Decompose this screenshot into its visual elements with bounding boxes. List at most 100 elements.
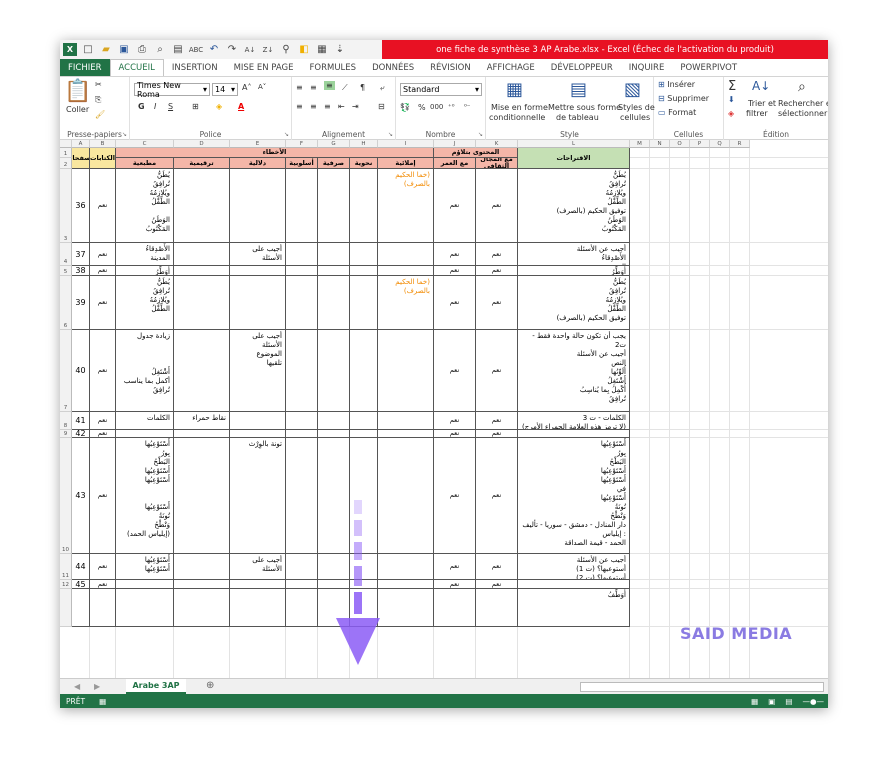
tab-7[interactable]: AFFICHAGE <box>479 59 543 76</box>
tab-0[interactable]: FICHIER <box>60 59 110 76</box>
data-cell[interactable] <box>174 276 230 330</box>
cell-styles-button-l2[interactable]: cellules <box>620 113 650 122</box>
page-break-icon[interactable]: ▤ <box>785 697 792 706</box>
data-cell[interactable]: نعم <box>90 276 116 330</box>
data-cell[interactable] <box>230 169 286 243</box>
data-cell[interactable]: نعم <box>434 276 476 330</box>
header-notebooks[interactable]: الكتابات <box>90 148 116 169</box>
row-header[interactable]: 6 <box>60 276 72 330</box>
data-cell[interactable]: نعم <box>476 430 518 438</box>
data-cell[interactable] <box>174 589 230 627</box>
data-cell[interactable] <box>174 330 230 412</box>
row-header[interactable]: 3 <box>60 169 72 243</box>
sort-filter-icon[interactable]: A↓ <box>752 79 770 93</box>
filter-icon[interactable]: ⚲ <box>277 40 295 59</box>
data-cell[interactable] <box>286 438 318 554</box>
sheet-tab-arabe[interactable]: Arabe 3AP <box>126 679 186 694</box>
conditional-format-button-l2[interactable]: conditionnelle <box>489 113 545 122</box>
data-cell[interactable] <box>318 330 350 412</box>
data-cell[interactable]: يُطَنُّ تُرافِقُ ويُلازِمُهُ الطِّفْلُ ا… <box>116 169 174 243</box>
data-cell[interactable]: (خما الحكيم بالصرف) <box>378 276 434 330</box>
data-cell[interactable] <box>518 580 630 589</box>
number-launcher-icon[interactable]: ↘ <box>478 131 483 138</box>
data-cell[interactable] <box>230 412 286 430</box>
data-cell[interactable]: نعم <box>90 266 116 276</box>
redo-icon[interactable]: ↷ <box>223 40 241 59</box>
data-cell[interactable]: نعم <box>476 266 518 276</box>
tab-10[interactable]: POWERPIVOT <box>672 59 745 76</box>
data-cell[interactable] <box>286 412 318 430</box>
font-launcher-icon[interactable]: ↘ <box>284 131 289 138</box>
data-cell[interactable]: يُطَنُّ تُرافِقُ ويُلازِمُهُ الطِّفْلُ ت… <box>518 276 630 330</box>
tab-4[interactable]: FORMULES <box>302 59 365 76</box>
header-with-cultural[interactable]: مع المجال الثقافي <box>476 158 518 169</box>
header-style[interactable]: أسلوبية <box>286 158 318 169</box>
cut-icon[interactable]: ✂ <box>95 80 102 89</box>
data-cell[interactable] <box>230 589 286 627</box>
column-header-C[interactable]: C <box>116 140 174 148</box>
column-header-A[interactable]: A <box>72 140 90 148</box>
data-cell[interactable] <box>286 243 318 266</box>
align-left-icon[interactable]: ≡ <box>296 102 303 111</box>
column-header-P[interactable]: P <box>690 140 710 148</box>
tab-1[interactable]: ACCUEIL <box>109 59 164 76</box>
clear-icon[interactable]: ◈ <box>728 109 734 118</box>
header-with-age[interactable]: مع العمر <box>434 158 476 169</box>
data-cell[interactable] <box>518 430 630 438</box>
column-header-L[interactable]: L <box>518 140 630 148</box>
format-painter-icon[interactable]: 🖌 <box>95 110 105 119</box>
macro-record-icon[interactable]: ▦ <box>99 697 106 706</box>
data-cell[interactable]: 40 <box>72 330 90 412</box>
data-cell[interactable] <box>318 276 350 330</box>
paste-button[interactable]: Coller <box>66 105 89 114</box>
data-cell[interactable] <box>230 580 286 589</box>
data-cell[interactable]: 43 <box>72 438 90 554</box>
header-semantic[interactable]: دلالية <box>230 158 286 169</box>
sort-filter-button-l1[interactable]: Trier et <box>748 99 776 108</box>
data-cell[interactable] <box>116 580 174 589</box>
data-cell[interactable]: 42 <box>72 430 90 438</box>
table-format-button-l2[interactable]: de tableau <box>556 113 599 122</box>
row-header[interactable]: 2 <box>60 158 72 169</box>
orientation-icon[interactable]: ⟋ <box>342 83 348 93</box>
data-cell[interactable] <box>350 412 378 430</box>
column-header-B[interactable]: B <box>90 140 116 148</box>
fill-icon[interactable]: ⬇ <box>728 95 735 104</box>
italic-button[interactable]: I <box>154 102 156 111</box>
sort-asc-icon[interactable]: A↓ <box>241 40 259 59</box>
data-cell[interactable] <box>318 266 350 276</box>
data-cell[interactable]: نعم <box>476 243 518 266</box>
data-cell[interactable]: أجيب على الأسئلة الموضوع تلقيها <box>230 330 286 412</box>
sort-desc-icon[interactable]: Z↓ <box>259 40 277 59</box>
data-cell[interactable]: الكلمات - ت 3 (لا ترمز هذه العلامة الحمر… <box>518 412 630 430</box>
data-cell[interactable]: نعم <box>476 276 518 330</box>
data-cell[interactable]: نعم <box>476 169 518 243</box>
data-cell[interactable]: أَسْتَوْعِبُها أَسْتَوْعِبُها <box>116 554 174 580</box>
tab-9[interactable]: INQUIRE <box>621 59 673 76</box>
print-icon[interactable]: ⎙ <box>133 40 151 59</box>
align-center-icon[interactable]: ≡ <box>310 102 317 111</box>
header-punctuation[interactable]: ترقيمية <box>174 158 230 169</box>
conditional-format-icon[interactable]: ▦ <box>506 79 523 100</box>
print-preview-icon[interactable]: ▤ <box>169 40 187 59</box>
column-header-I[interactable]: I <box>378 140 434 148</box>
fill-color-icon[interactable]: ◈ <box>216 102 222 111</box>
customize-icon[interactable]: ⇣ <box>331 40 349 59</box>
data-cell[interactable]: 44 <box>72 554 90 580</box>
conditional-format-button-l1[interactable]: Mise en forme <box>491 103 548 112</box>
data-cell[interactable] <box>286 169 318 243</box>
data-cell[interactable] <box>378 330 434 412</box>
worksheet-grid[interactable]: ABCDEFGHIJKLMNOPQR123456789101112الصفحات… <box>60 140 828 678</box>
data-cell[interactable]: أُوَطِّفُ <box>518 589 630 627</box>
page-layout-icon[interactable]: ▣ <box>768 697 775 706</box>
bold-button[interactable]: G <box>138 102 145 111</box>
row-header[interactable]: 9 <box>60 430 72 438</box>
data-cell[interactable]: نعم <box>434 430 476 438</box>
data-cell[interactable] <box>116 430 174 438</box>
data-cell[interactable] <box>116 589 174 627</box>
data-cell[interactable]: 39 <box>72 276 90 330</box>
data-cell[interactable]: أجيب على الأسئلة <box>230 243 286 266</box>
select-all-corner[interactable] <box>60 140 72 148</box>
data-cell[interactable] <box>174 554 230 580</box>
paste-icon[interactable]: 📋 <box>64 79 91 104</box>
